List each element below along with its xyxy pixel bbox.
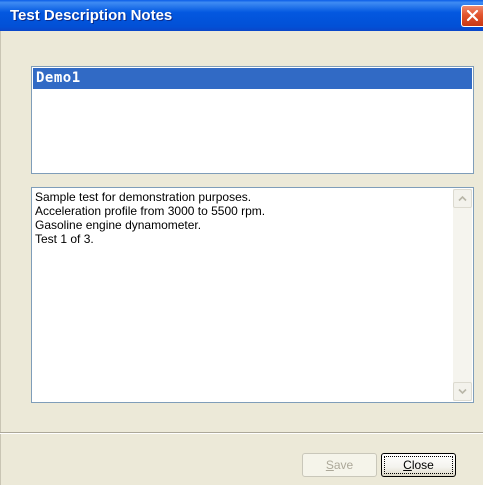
title-bar[interactable]: Test Description Notes	[0, 0, 483, 31]
notes-line: Sample test for demonstration purposes.	[35, 190, 252, 204]
window-title: Test Description Notes	[10, 7, 173, 24]
scroll-down-button[interactable]	[453, 382, 472, 401]
divider	[0, 432, 483, 434]
scroll-up-button[interactable]	[453, 189, 472, 208]
close-button[interactable]: Close	[381, 453, 456, 477]
save-button[interactable]: Save	[302, 453, 377, 477]
notes-line: Acceleration profile from 3000 to 5500 r…	[35, 204, 266, 218]
notes-line: Test 1 of 3.	[35, 232, 94, 246]
notes-text: Sample test for demonstration purposes. …	[35, 190, 451, 246]
vertical-scrollbar[interactable]	[453, 189, 472, 401]
focus-rect	[384, 456, 453, 474]
save-label-rest: ave	[333, 458, 354, 472]
chevron-down-icon	[458, 388, 467, 395]
notes-textarea[interactable]: Sample test for demonstration purposes. …	[31, 187, 474, 403]
save-mnemonic: S	[325, 458, 334, 472]
list-item[interactable]: Demo1	[33, 68, 472, 89]
chevron-up-icon	[458, 195, 467, 202]
test-list[interactable]: Demo1	[31, 66, 474, 174]
close-window-button[interactable]	[461, 5, 483, 27]
save-button-label: Save	[326, 458, 353, 472]
close-icon	[466, 9, 479, 22]
notes-line: Gasoline engine dynamometer.	[35, 218, 202, 232]
